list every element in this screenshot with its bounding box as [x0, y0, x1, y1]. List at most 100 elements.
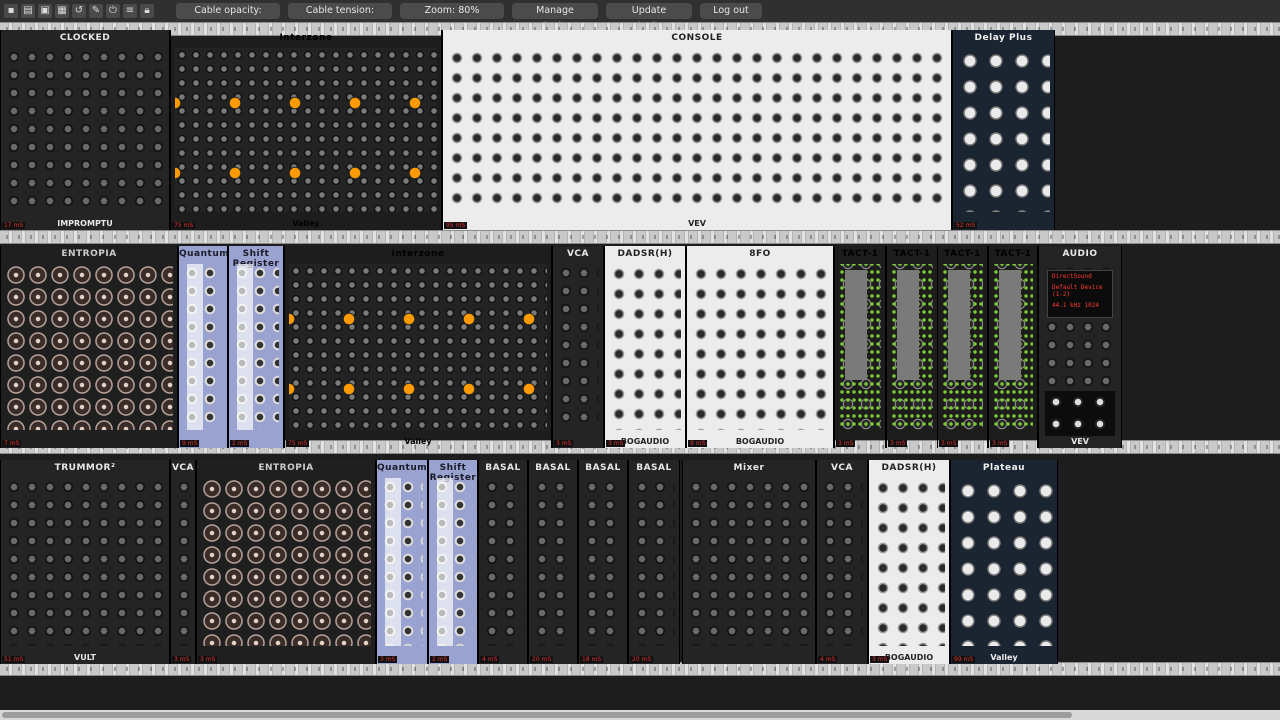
- audio-io-jacks[interactable]: [1045, 391, 1115, 436]
- module-controls[interactable]: [993, 264, 1033, 430]
- module-controls[interactable]: [533, 478, 573, 646]
- module-controls[interactable]: [557, 264, 599, 430]
- module-controls[interactable]: [957, 48, 1050, 212]
- update-plugins-button[interactable]: Update plugins: [606, 3, 692, 32]
- module-tact-4[interactable]: TACT-1 3 mS: [988, 246, 1038, 448]
- module-dadsr-2[interactable]: DADSR(H) BOGAUDIO 3 mS: [868, 460, 950, 664]
- cpu-meter: 3 mS: [888, 440, 908, 447]
- cpu-meter: 3 mS: [172, 656, 192, 663]
- module-tact-1[interactable]: TACT-1 3 mS: [834, 246, 886, 448]
- open-icon[interactable]: ▤: [21, 4, 35, 18]
- module-brand: Valley: [292, 219, 320, 228]
- module-delay-plus[interactable]: Delay Plus 52 mS: [952, 30, 1055, 230]
- module-shift-register-2[interactable]: Shift Register2 mS: [428, 460, 478, 664]
- revert-icon[interactable]: ↺: [72, 4, 86, 18]
- module-trummor[interactable]: TRUMMOR² VULT 51 mS: [0, 460, 170, 664]
- module-title: Delay Plus: [974, 33, 1033, 43]
- rack-rail: [0, 662, 1280, 676]
- module-clocked[interactable]: CLOCKED IMPROMPTU 17 mS: [0, 30, 170, 230]
- module-shift-register-1[interactable]: Shift Register2 mS: [228, 246, 284, 448]
- module-basal-2[interactable]: BASAL 20 mS: [528, 460, 578, 664]
- log-out-button[interactable]: Log out: [700, 3, 762, 19]
- module-title: VCA: [171, 463, 195, 473]
- module-controls[interactable]: [583, 478, 623, 646]
- module-controls[interactable]: [381, 478, 423, 646]
- new-patch-icon[interactable]: ▪: [4, 4, 18, 18]
- module-quantum-2[interactable]: Quantum 3 mS: [376, 460, 428, 664]
- cpu-meter: 95 mS: [444, 222, 468, 229]
- cpu-meter: 99 mS: [952, 656, 976, 663]
- cpu-meter: 3 mS: [378, 656, 398, 663]
- vcv-rack-window: ▪ ▤ ▣ ▦ ↺ ✎ ⏻ ≡ 🔒︎ Cable opacity: 15% Ca…: [0, 0, 1280, 720]
- module-controls[interactable]: [891, 264, 933, 430]
- disconnect-cables-icon[interactable]: ✎: [89, 4, 103, 18]
- module-controls[interactable]: [873, 478, 945, 646]
- module-controls[interactable]: [5, 48, 165, 212]
- module-brand: VULT: [74, 653, 96, 662]
- module-controls[interactable]: [483, 478, 523, 646]
- module-controls[interactable]: [201, 478, 371, 646]
- module-controls[interactable]: [183, 264, 223, 430]
- module-vca-3[interactable]: VCA 4 mS: [816, 460, 868, 664]
- module-interzone-2[interactable]: Interzone Valley 75 mS: [284, 246, 552, 448]
- module-controls[interactable]: [289, 264, 547, 430]
- module-tact-3[interactable]: TACT-1 3 mS: [937, 246, 988, 448]
- cpu-meter: 17 mS: [2, 222, 26, 229]
- save-as-icon[interactable]: ▦: [55, 4, 69, 18]
- module-controls[interactable]: [5, 478, 165, 646]
- cpu-meter: 52 mS: [954, 222, 978, 229]
- module-controls[interactable]: [233, 264, 279, 430]
- module-controls[interactable]: [839, 264, 881, 430]
- scrollbar-thumb[interactable]: [2, 712, 1072, 718]
- module-controls[interactable]: [5, 264, 173, 430]
- module-title: ENTROPIA: [258, 463, 314, 473]
- module-controls[interactable]: [942, 264, 983, 430]
- cable-opacity-slider[interactable]: Cable opacity: 15%: [176, 3, 280, 32]
- horizontal-scrollbar[interactable]: [0, 710, 1280, 720]
- module-controls[interactable]: [175, 478, 191, 646]
- manage-plugins-button[interactable]: Manage plugins: [512, 3, 598, 32]
- module-title: TACT-1: [944, 249, 981, 259]
- cpu-meter: 75 mS: [172, 222, 196, 229]
- save-icon[interactable]: ▣: [38, 4, 52, 18]
- module-dadsr-1[interactable]: DADSR(H) BOGAUDIO 3 mS: [604, 246, 686, 448]
- module-vca-2[interactable]: VCA 3 mS: [170, 460, 196, 664]
- module-title: CLOCKED: [59, 33, 111, 43]
- module-basal-3[interactable]: BASAL 18 mS: [578, 460, 628, 664]
- module-controls[interactable]: [433, 478, 473, 646]
- power-meter-icon[interactable]: ⏻: [106, 4, 120, 18]
- module-entropia-2[interactable]: ENTROPIA 3 mS: [196, 460, 376, 664]
- module-controls[interactable]: [447, 48, 947, 212]
- module-console[interactable]: CONSOLE VEV 95 mS: [442, 30, 952, 230]
- module-interzone-1[interactable]: Interzone Valley 75 mS: [170, 30, 442, 230]
- module-basal-4[interactable]: BASAL 20 mS: [628, 460, 680, 664]
- module-8fo[interactable]: 8FO BOGAUDIO 9 mS: [686, 246, 834, 448]
- module-plateau[interactable]: Plateau Valley 99 mS: [950, 460, 1058, 664]
- module-quantum-1[interactable]: Quantum 9 mS: [178, 246, 228, 448]
- cable-tension-slider[interactable]: Cable tension: 0.50: [288, 3, 392, 32]
- module-controls[interactable]: [633, 478, 675, 646]
- module-controls[interactable]: [691, 264, 829, 430]
- rack[interactable]: CLOCKED IMPROMPTU 17 mS Interzone Valley 75 m…: [0, 22, 1280, 710]
- module-controls[interactable]: [955, 478, 1053, 646]
- module-brand: VEV: [688, 219, 706, 228]
- audio-device-display[interactable]: DirectSound Default Device (1-2) 44.1 kHz …: [1047, 270, 1113, 318]
- module-mixer[interactable]: Mixer: [682, 460, 816, 664]
- module-controls[interactable]: [687, 478, 811, 646]
- module-vca-1[interactable]: VCA 3 mS: [552, 246, 604, 448]
- lock-icon[interactable]: 🔒︎: [140, 4, 154, 18]
- module-controls[interactable]: [609, 264, 681, 430]
- module-entropia-1[interactable]: ENTROPIA 7 mS: [0, 246, 178, 448]
- module-controls[interactable]: [175, 48, 437, 212]
- module-basal-1[interactable]: BASAL 4 mS: [478, 460, 528, 664]
- rack-rail: [0, 230, 1280, 244]
- module-tact-2[interactable]: TACT-1 3 mS: [886, 246, 938, 448]
- zoom-slider[interactable]: Zoom: 80%: [400, 3, 504, 19]
- module-audio[interactable]: AUDIO DirectSound Default Device (1-2) 44.1…: [1038, 246, 1122, 448]
- module-controls[interactable]: [821, 478, 863, 646]
- sample-rate-icon[interactable]: ≡: [123, 4, 137, 18]
- cpu-meter: 20 mS: [630, 656, 654, 663]
- module-title: Mixer: [733, 463, 765, 473]
- toolbar: ▪ ▤ ▣ ▦ ↺ ✎ ⏻ ≡ 🔒︎ Cable opacity: 15% Ca…: [0, 0, 1280, 32]
- module-title: AUDIO: [1062, 249, 1098, 259]
